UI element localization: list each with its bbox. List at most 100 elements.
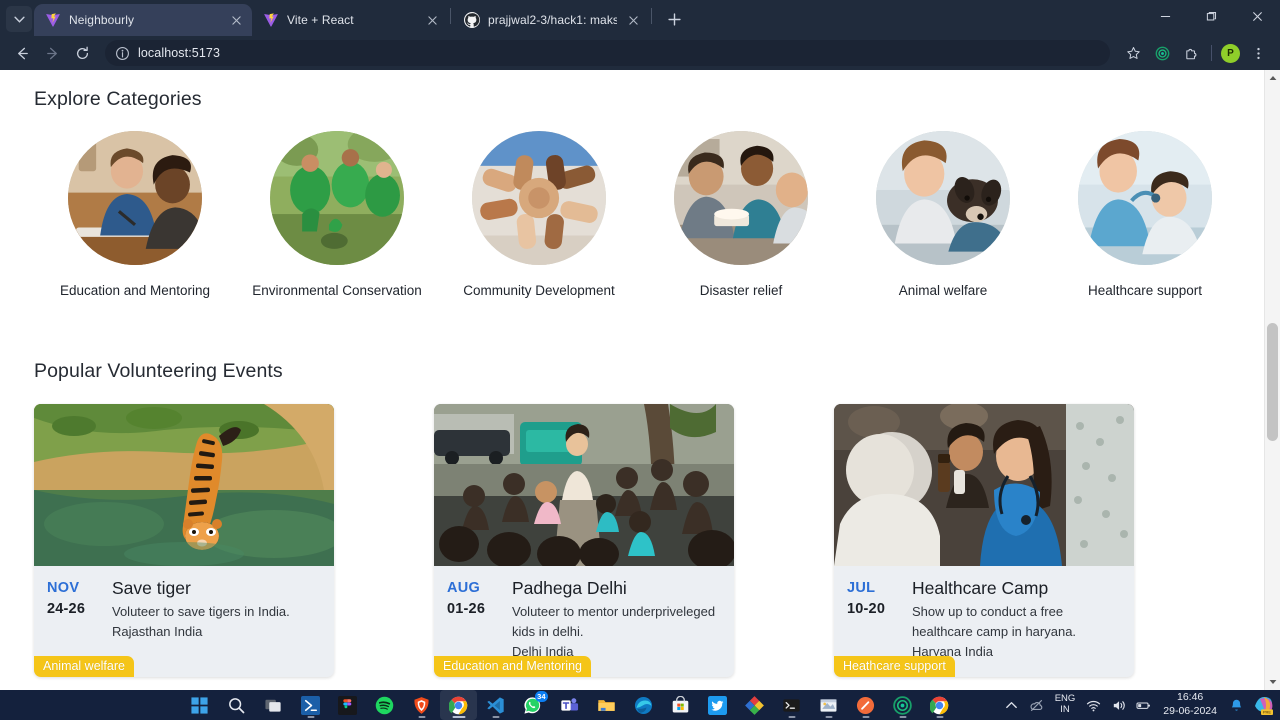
category-label: Education and Mentoring — [59, 283, 211, 298]
profile-avatar[interactable]: P — [1221, 43, 1240, 63]
category-image-mentor-teaching-child — [68, 131, 202, 265]
category-item-healthcare-support[interactable]: Healthcare support — [1044, 131, 1246, 298]
volume-button[interactable] — [1106, 690, 1131, 720]
maximize-button[interactable] — [1188, 0, 1234, 32]
notifications-button[interactable] — [1224, 690, 1249, 720]
tab-github[interactable]: prajjwal2-3/hack1: maksad has — [453, 4, 649, 36]
teams-button[interactable] — [551, 690, 588, 720]
event-month: NOV — [47, 580, 80, 596]
reload-icon — [76, 46, 88, 59]
category-image-hands-stacked-circle — [472, 131, 606, 265]
mail-button[interactable] — [810, 690, 847, 720]
category-image-volunteers-planting-trees — [270, 131, 404, 265]
tab-neighbourly[interactable]: Neighbourly — [34, 4, 252, 36]
tab-title: Neighbourly — [69, 13, 135, 27]
page-scrollbar[interactable] — [1264, 70, 1280, 690]
close-button[interactable] — [1234, 0, 1280, 32]
store-icon — [672, 695, 689, 713]
spotify-button[interactable] — [366, 690, 403, 720]
file-explorer-button[interactable] — [588, 690, 625, 720]
event-description: Voluteer to save tigers in India. — [112, 604, 290, 620]
category-item-disaster-relief[interactable]: Disaster relief — [640, 131, 842, 298]
search-button[interactable] — [218, 690, 255, 720]
chrome-button[interactable] — [440, 690, 477, 720]
event-description: Voluteer to mentor underpriveleged kids … — [512, 604, 716, 639]
language-indicator[interactable]: ENG IN — [1049, 694, 1082, 715]
antivirus-button[interactable] — [884, 690, 921, 720]
postman-button[interactable] — [847, 690, 884, 720]
category-label: Healthcare support — [1087, 283, 1203, 298]
event-card-save-tiger[interactable]: Animal welfare NOV 24-26 Save tiger Volu… — [34, 404, 334, 678]
url-text: localhost:5173 — [138, 46, 221, 60]
new-tab-button[interactable] — [660, 5, 688, 33]
edge-button[interactable] — [625, 690, 662, 720]
tab-vite-react[interactable]: Vite + React — [252, 4, 448, 36]
start-button[interactable] — [181, 690, 218, 720]
running-indicator — [899, 716, 906, 718]
microsoft-store-button[interactable] — [662, 690, 699, 720]
browser-menu-button[interactable] — [1244, 39, 1272, 67]
running-indicator — [307, 716, 314, 718]
tab-search-button[interactable] — [6, 6, 32, 32]
extensions-button[interactable] — [1177, 39, 1205, 67]
event-card-healthcare-camp[interactable]: Heathcare support JUL 10-20 Healthcare C… — [834, 404, 1134, 678]
category-item-education-and-mentoring[interactable]: Education and Mentoring — [34, 131, 236, 298]
chrome-icon — [449, 696, 468, 714]
edge-icon — [634, 696, 653, 714]
close-icon[interactable] — [424, 12, 440, 28]
back-button[interactable] — [8, 39, 36, 67]
unity-icon — [745, 695, 764, 715]
onedrive-button[interactable] — [1024, 690, 1049, 720]
brave-button[interactable] — [403, 690, 440, 720]
tray-overflow-button[interactable] — [999, 690, 1024, 720]
terminal-icon — [783, 698, 800, 712]
scroll-up-button[interactable] — [1265, 70, 1280, 86]
onedrive-offline-icon — [1030, 699, 1042, 711]
scrollbar-thumb[interactable] — [1267, 323, 1278, 441]
page-viewport: Explore Categories Education and Mentori… — [0, 70, 1280, 690]
clock[interactable]: 16:46 29-06-2024 — [1156, 691, 1224, 718]
address-bar[interactable]: localhost:5173 — [105, 40, 1110, 66]
system-tray: ENG IN 16:46 29-06-2024 PRE — [999, 690, 1280, 720]
chrome-button-2[interactable] — [921, 690, 958, 720]
category-item-community-development[interactable]: Community Development — [438, 131, 640, 298]
extension-badge-icon[interactable] — [1148, 39, 1176, 67]
category-label: Community Development — [463, 283, 615, 298]
task-view-button[interactable] — [255, 690, 292, 720]
chevron-down-icon — [13, 16, 25, 23]
scroll-down-button[interactable] — [1265, 674, 1280, 690]
event-date: AUG 01-26 — [447, 578, 499, 661]
event-info: Healthcare Camp Show up to conduct a fre… — [912, 578, 1120, 661]
event-image-doctor-examining-elderly-man — [834, 404, 1134, 566]
category-image-nurse-with-child — [1078, 131, 1212, 265]
shield-circle-icon — [1155, 46, 1169, 60]
category-label: Animal welfare — [898, 283, 988, 298]
twitter-icon — [708, 695, 727, 715]
close-icon[interactable] — [625, 12, 641, 28]
spotify-icon — [375, 696, 394, 714]
close-icon[interactable] — [228, 12, 244, 28]
chevron-up-icon — [1005, 701, 1017, 708]
tab-divider — [450, 8, 451, 24]
twitter-button[interactable] — [699, 690, 736, 720]
reload-button[interactable] — [68, 39, 96, 67]
clock-time: 16:46 — [1177, 691, 1204, 704]
figma-button[interactable] — [329, 690, 366, 720]
category-item-animal-welfare[interactable]: Animal welfare — [842, 131, 1044, 298]
info-circle-icon[interactable] — [115, 46, 130, 61]
copilot-button[interactable]: PRE — [1252, 694, 1274, 716]
event-card-padhega-delhi[interactable]: Education and Mentoring AUG 01-26 Padheg… — [434, 404, 734, 678]
terminal-button[interactable] — [773, 690, 810, 720]
whatsapp-button[interactable]: 34 — [514, 690, 551, 720]
category-item-environmental-conservation[interactable]: Environmental Conservation — [236, 131, 438, 298]
wifi-button[interactable] — [1081, 690, 1106, 720]
toolbar-divider — [1211, 45, 1212, 61]
battery-button[interactable] — [1131, 690, 1156, 720]
bookmark-button[interactable] — [1119, 39, 1147, 67]
vscode-button[interactable] — [477, 690, 514, 720]
svg-text:PRE: PRE — [1263, 710, 1272, 715]
forward-button[interactable] — [38, 39, 66, 67]
minimize-button[interactable] — [1142, 0, 1188, 32]
unity-hub-button[interactable] — [736, 690, 773, 720]
powershell-button[interactable] — [292, 690, 329, 720]
